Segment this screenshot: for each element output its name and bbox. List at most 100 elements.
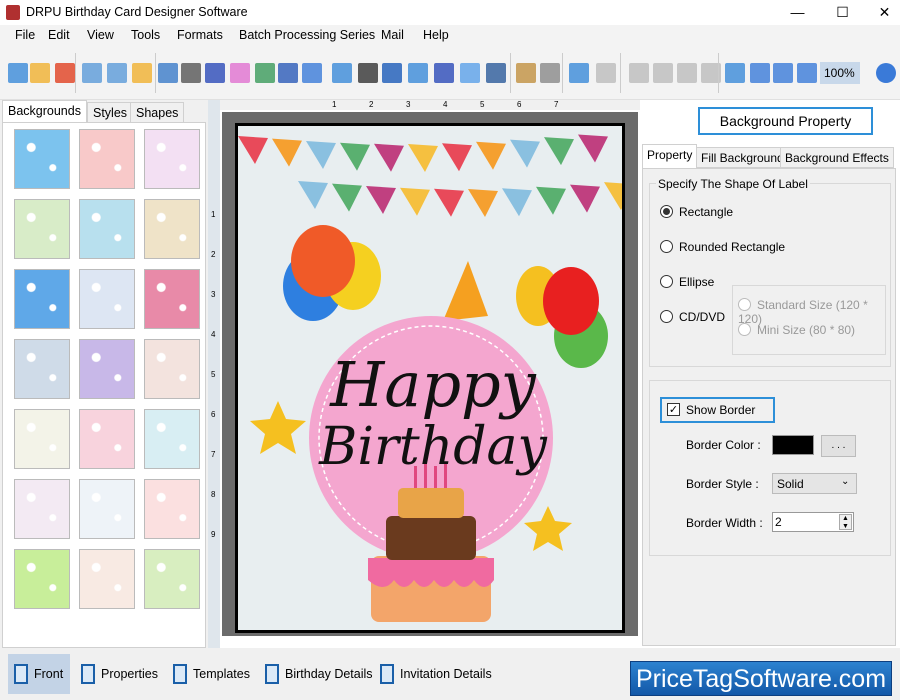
pen-icon[interactable]: [278, 63, 298, 83]
background-thumbnail[interactable]: [144, 339, 200, 399]
card-preview[interactable]: Happy Birthday: [235, 123, 668, 633]
save-icon[interactable]: [82, 63, 102, 83]
open-icon[interactable]: [30, 63, 50, 83]
signature-icon[interactable]: [434, 63, 454, 83]
radio-cd-dvd[interactable]: CD/DVD: [660, 310, 725, 324]
background-thumbnail[interactable]: [144, 199, 200, 259]
properties-icon[interactable]: [158, 63, 178, 83]
background-thumbnail[interactable]: [79, 339, 135, 399]
radio-label: CD/DVD: [679, 310, 726, 324]
maximize-button[interactable]: ☐: [820, 0, 865, 25]
copy-icon[interactable]: [653, 63, 673, 83]
grid-icon[interactable]: [725, 63, 745, 83]
border-width-label: Border Width :: [686, 516, 763, 530]
background-thumbnail[interactable]: [14, 269, 70, 329]
tab-fill-background[interactable]: Fill Background: [696, 147, 789, 168]
fit-icon[interactable]: [773, 63, 793, 83]
background-property-button[interactable]: Background Property: [698, 107, 873, 135]
background-thumbnail[interactable]: [144, 409, 200, 469]
menu-formats[interactable]: Formats: [177, 28, 223, 42]
radio-indicator: [660, 240, 673, 253]
tab-shapes[interactable]: Shapes: [130, 102, 185, 123]
cut-icon[interactable]: [629, 63, 649, 83]
background-thumbnail[interactable]: [14, 409, 70, 469]
redo-icon[interactable]: [596, 63, 616, 83]
tab-front[interactable]: Front: [8, 654, 70, 694]
background-thumbnail[interactable]: [14, 549, 70, 609]
radio-standard-size[interactable]: Standard Size (120 * 120): [738, 298, 885, 326]
image-icon[interactable]: [255, 63, 275, 83]
background-thumbnail[interactable]: [14, 479, 70, 539]
tab-property[interactable]: Property: [642, 144, 698, 169]
menu-mail[interactable]: Mail: [381, 28, 404, 42]
text-icon[interactable]: [382, 63, 402, 83]
background-thumbnail[interactable]: [14, 339, 70, 399]
background-thumbnail[interactable]: [14, 199, 70, 259]
menu-help[interactable]: Help: [423, 28, 449, 42]
menu-edit[interactable]: Edit: [48, 28, 70, 42]
database-icon[interactable]: [516, 63, 536, 83]
property-panel: Specify The Shape Of Label Rectangle Rou…: [642, 168, 896, 646]
background-thumbnail[interactable]: [79, 479, 135, 539]
ruler-label: 7: [211, 450, 216, 459]
tab-templates[interactable]: Templates: [167, 654, 250, 694]
background-thumbnail[interactable]: [79, 269, 135, 329]
line-icon[interactable]: [486, 63, 506, 83]
actual-size-icon[interactable]: [750, 63, 770, 83]
background-thumbnail[interactable]: [79, 549, 135, 609]
tab-backgrounds[interactable]: Backgrounds: [2, 100, 87, 123]
radio-rectangle[interactable]: Rectangle: [660, 205, 733, 219]
save-as-icon[interactable]: [107, 63, 127, 83]
border-color-browse-button[interactable]: . . .: [821, 435, 856, 457]
menu-file[interactable]: File: [15, 28, 35, 42]
background-thumbnail[interactable]: [79, 129, 135, 189]
paste-icon[interactable]: [677, 63, 697, 83]
radio-rounded-rectangle[interactable]: Rounded Rectangle: [660, 240, 785, 254]
menu-batch-processing[interactable]: Batch Processing Series: [239, 28, 375, 42]
background-thumbnail[interactable]: [144, 549, 200, 609]
show-border-checkbox[interactable]: ✓ Show Border: [660, 397, 775, 423]
tab-invitation-details[interactable]: Invitation Details: [374, 654, 492, 694]
background-thumbnail[interactable]: [144, 269, 200, 329]
border-width-input[interactable]: 2 ▲ ▼: [772, 512, 854, 532]
minimize-button[interactable]: —: [775, 0, 820, 25]
close-icon[interactable]: [55, 63, 75, 83]
menu-tools[interactable]: Tools: [131, 28, 160, 42]
tab-properties[interactable]: Properties: [75, 654, 158, 694]
barcode-icon[interactable]: [358, 63, 378, 83]
background-thumbnail[interactable]: [144, 479, 200, 539]
background-thumbnail[interactable]: [79, 199, 135, 259]
spinner-arrows-icon[interactable]: ▲ ▼: [839, 514, 852, 530]
new-icon[interactable]: [8, 63, 28, 83]
border-style-value: Solid: [777, 477, 804, 491]
background-thumbnail[interactable]: [144, 129, 200, 189]
horizontal-ruler: 1 2 3 4 5 6 7: [220, 100, 640, 110]
export-icon[interactable]: [132, 63, 152, 83]
background-thumbnail[interactable]: [14, 129, 70, 189]
zoom-in-icon[interactable]: [797, 63, 817, 83]
layers-icon[interactable]: [205, 63, 225, 83]
mail-icon[interactable]: [460, 63, 480, 83]
text-box-icon[interactable]: [408, 63, 428, 83]
toolbar-separator: [562, 53, 563, 93]
zoom-level-select[interactable]: 100%: [820, 62, 860, 84]
radio-ellipse[interactable]: Ellipse: [660, 275, 714, 289]
menu-view[interactable]: View: [87, 28, 114, 42]
border-style-select[interactable]: Solid ⌄: [772, 473, 857, 494]
zoom-out-icon[interactable]: [876, 63, 896, 83]
bottom-bar: Front Properties Templates Birthday Deta…: [0, 648, 900, 700]
wordart-icon[interactable]: [332, 63, 352, 83]
radio-mini-size[interactable]: Mini Size (80 * 80): [738, 323, 855, 337]
database2-icon[interactable]: [540, 63, 560, 83]
background-thumbnail[interactable]: [79, 409, 135, 469]
undo-icon[interactable]: [569, 63, 589, 83]
tab-birthday-details[interactable]: Birthday Details: [259, 654, 373, 694]
gift-icon[interactable]: [230, 63, 250, 83]
tab-background-effects[interactable]: Background Effects: [780, 147, 894, 168]
border-color-swatch[interactable]: [772, 435, 814, 455]
shapes-icon[interactable]: [302, 63, 322, 83]
print-icon[interactable]: [181, 63, 201, 83]
toolbar-separator: [155, 53, 156, 93]
close-button[interactable]: ✕: [862, 0, 900, 25]
tab-styles[interactable]: Styles: [87, 102, 134, 123]
